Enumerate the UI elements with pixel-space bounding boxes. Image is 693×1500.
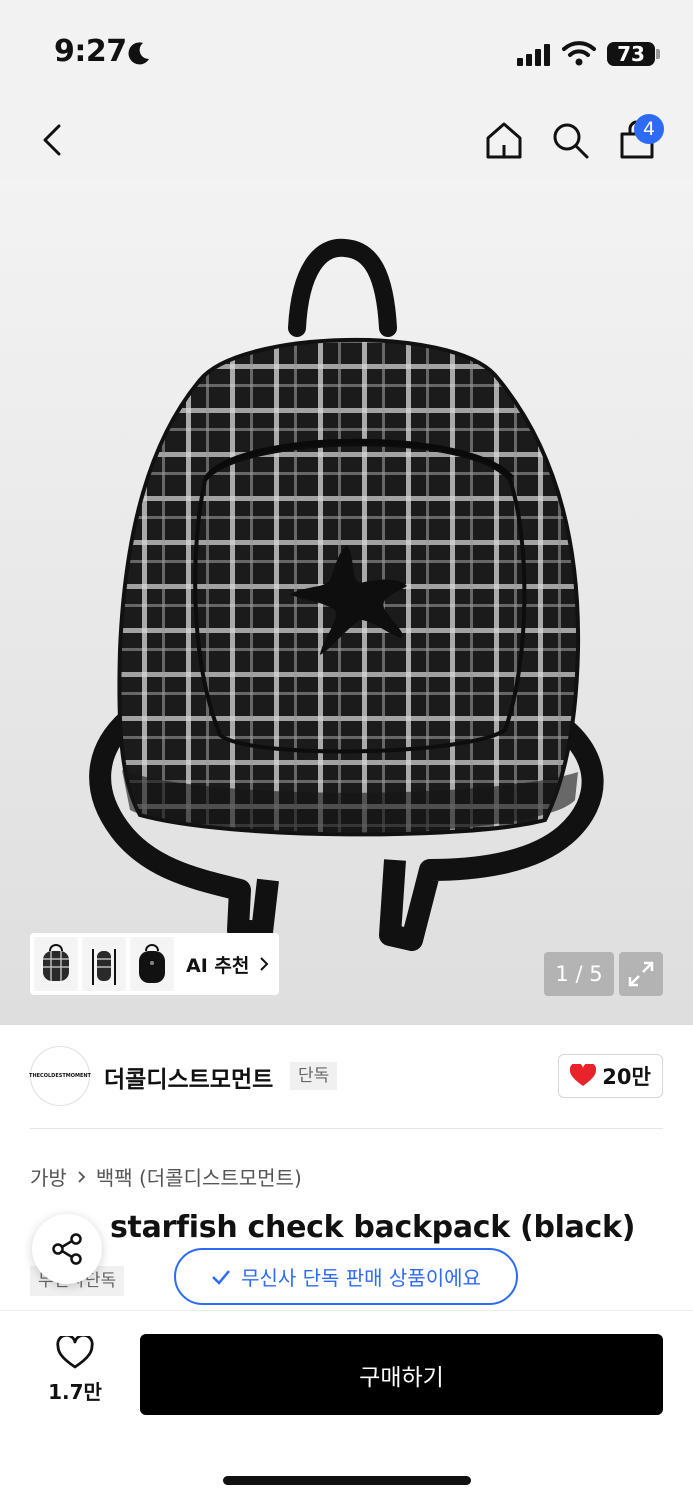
chevron-right-icon [260, 957, 269, 971]
brand-name[interactable]: 더콜디스트모먼트 [104, 1060, 273, 1094]
breadcrumb-category[interactable]: 가방 [30, 1162, 67, 1191]
buy-button[interactable]: 구매하기 [140, 1334, 663, 1415]
exclusive-chip: 단독 [290, 1062, 338, 1090]
wishlist-count: 1.7만 [48, 1380, 102, 1404]
ai-recommend-label: AI 추천 [186, 954, 250, 977]
cellular-signal-icon [517, 44, 550, 66]
brand-like-button[interactable]: 20만 [558, 1054, 663, 1098]
top-navigation [0, 100, 693, 180]
home-indicator [223, 1476, 471, 1485]
battery-tip [656, 49, 660, 59]
home-button[interactable] [482, 118, 526, 162]
search-icon [553, 123, 589, 159]
heart-filled-icon [570, 1064, 597, 1086]
checkmark-icon [212, 1269, 231, 1285]
exclusive-toast: 무신사 단독 판매 상품이에요 [174, 1248, 518, 1305]
thumbnail-2[interactable] [82, 937, 126, 991]
backpack-thumbnail-icon [43, 944, 69, 981]
chevron-right-icon [78, 1170, 86, 1183]
battery-indicator: 73 [607, 42, 655, 66]
wifi-icon [562, 41, 596, 66]
chevron-left-icon [43, 124, 61, 156]
brand-logo-text: THECOLDESTMOMENT [29, 1073, 91, 1079]
brand-logo[interactable]: THECOLDESTMOMENT [29, 1046, 91, 1106]
status-time: 9:27 [54, 34, 127, 69]
backpack-side-thumbnail-icon [92, 949, 116, 985]
product-image [89, 238, 604, 951]
share-icon [52, 1233, 82, 1265]
brand-like-count: 20만 [602, 1065, 651, 1089]
ai-recommend-strip[interactable]: AI 추천 [30, 933, 279, 995]
wishlist-button[interactable]: 1.7만 [40, 1336, 110, 1412]
breadcrumb-subcategory[interactable]: 백팩 (더콜디스트모먼트) [96, 1162, 302, 1191]
product-image-gallery[interactable]: AI 추천 1 / 5 [0, 180, 693, 1025]
thumbnail-1[interactable] [34, 937, 78, 991]
black-backpack-thumbnail-icon [139, 944, 165, 983]
cart-count-badge: 4 [634, 114, 664, 144]
image-page-counter: 1 / 5 [544, 952, 614, 996]
status-bar: 9:27 73 [0, 0, 693, 100]
expand-icon [628, 961, 654, 987]
product-title: starfish check backpack (black) [110, 1210, 636, 1245]
breadcrumb: 가방 백팩 (더콜디스트모먼트) [30, 1162, 302, 1191]
expand-image-button[interactable] [619, 952, 663, 996]
search-button[interactable] [548, 118, 592, 162]
divider [30, 1128, 663, 1129]
heart-outline-icon [56, 1336, 94, 1369]
toast-text: 무신사 단독 판매 상품이에요 [241, 1266, 481, 1290]
back-button[interactable] [30, 118, 74, 162]
thumbnail-3[interactable] [130, 937, 174, 991]
share-button[interactable] [32, 1214, 102, 1284]
moon-icon [128, 42, 149, 65]
home-icon [486, 122, 522, 159]
